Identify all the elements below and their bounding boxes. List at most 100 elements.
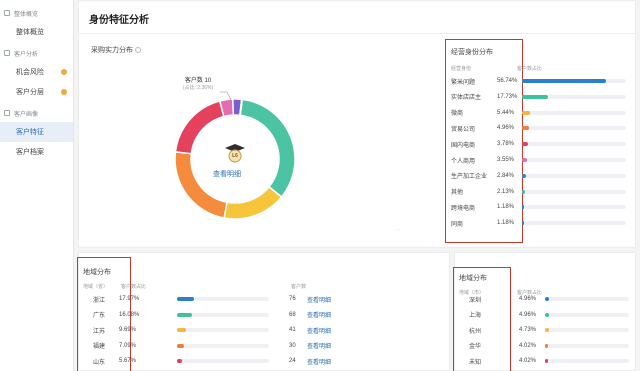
province-count-col-header: 客户数 xyxy=(291,284,307,290)
identity-row: 实体店店主 xyxy=(451,91,481,103)
city-title: 地域分布 xyxy=(459,275,487,282)
city-bar-track xyxy=(545,312,629,317)
identity-bar xyxy=(522,126,530,131)
sidebar-item-customer-tiers[interactable]: 客户分层 xyxy=(0,82,73,102)
identity-value: 1.18% xyxy=(497,220,515,227)
identity-label: 实体店店主 xyxy=(451,95,482,102)
province-view-details-link[interactable]: 查看明细 xyxy=(307,340,331,352)
province-bar-track xyxy=(177,297,269,301)
info-icon[interactable] xyxy=(135,47,141,54)
notification-dot xyxy=(61,69,67,75)
province-row: 福建 xyxy=(93,340,105,352)
city-label: 上海 xyxy=(469,313,482,319)
sidebar-item-label: 客户特征 xyxy=(16,129,44,136)
identity-value: 2.84% xyxy=(497,172,515,179)
identity-row: 繁米问题 xyxy=(451,75,475,87)
province-count-cell: 41 xyxy=(289,324,296,336)
sidebar-item-opportunity-risk[interactable]: 机会风险 xyxy=(0,62,73,82)
province-distribution-card: 地域分布 地域（省） 客户数占比 客户数 浙江 17.97% 76 查看明细 广… xyxy=(77,252,450,371)
province-count-cell: 76 xyxy=(289,293,296,305)
province-bar xyxy=(177,297,194,301)
city-value-cell: 4.96% xyxy=(519,309,536,321)
identity-bar xyxy=(522,221,525,226)
city-value: 4.96% xyxy=(519,311,537,318)
identity-row: 其他 xyxy=(451,186,463,198)
analysis-icon xyxy=(4,50,10,56)
identity-label: 微商 xyxy=(451,111,464,118)
sidebar-item-label: 机会风险 xyxy=(16,69,44,76)
donut-slice[interactable] xyxy=(223,185,283,220)
identity-bar xyxy=(522,205,525,210)
identity-row: 国内电商 xyxy=(451,138,475,150)
province-label: 浙江 xyxy=(93,297,106,304)
province-ratio-col-header: 客户数占比 xyxy=(121,284,147,290)
province-bar xyxy=(177,328,186,332)
identity-bar xyxy=(522,94,549,99)
identity-value-cell: 1.18% xyxy=(497,201,514,213)
sidebar-group-overview: 整体概览 xyxy=(0,4,73,22)
identity-bar-track xyxy=(522,173,626,178)
city-bar xyxy=(545,359,549,363)
province-view-details-link[interactable]: 查看明细 xyxy=(307,309,331,321)
city-row: 杭州 xyxy=(469,324,481,336)
identity-value: 2.13% xyxy=(497,188,515,195)
identity-bar-track xyxy=(522,158,626,162)
header-divider xyxy=(79,33,635,34)
sidebar-group-label: 客户分析 xyxy=(14,51,39,58)
province-bar-track xyxy=(177,312,269,317)
province-value-cell: 16.08% xyxy=(119,309,139,321)
view-details-text: 查看明细 xyxy=(307,359,332,366)
sidebar-item-customer-features[interactable]: 客户特征 xyxy=(0,122,73,142)
city-value: 4.02% xyxy=(519,358,537,364)
province-value-cell: 17.97% xyxy=(119,293,139,305)
sidebar-group-label: 整体概览 xyxy=(14,11,39,18)
sidebar-item-overview[interactable]: 整体概览 xyxy=(0,22,73,42)
identity-label: 同商 xyxy=(451,221,464,228)
province-value: 16.08% xyxy=(119,311,140,318)
province-value: 5.67% xyxy=(119,358,137,364)
identity-label: 其他 xyxy=(451,190,464,197)
identity-bar xyxy=(522,189,526,194)
profile-icon xyxy=(4,110,10,116)
identity-value: 3.55% xyxy=(497,157,515,163)
identity-bar-track xyxy=(522,94,626,99)
view-details-link[interactable]: 查看明细 xyxy=(213,169,241,179)
province-value: 17.97% xyxy=(119,296,140,302)
purchase-title: 采购实力分布 xyxy=(91,45,141,55)
province-value-cell: 5.67% xyxy=(119,355,136,367)
view-details-text: 查看明细 xyxy=(307,313,332,319)
city-label: 未知 xyxy=(469,359,482,366)
identity-row: 生产加工企业 xyxy=(451,170,487,182)
identity-value-cell: 2.84% xyxy=(497,170,514,182)
identity-label: 繁米问题 xyxy=(451,79,476,86)
province-view-details-link[interactable]: 查看明细 xyxy=(307,293,331,305)
province-count-cell: 24 xyxy=(289,355,296,367)
sidebar-item-label: 整体概览 xyxy=(16,29,44,36)
identity-label: 贸易公司 xyxy=(451,126,476,133)
tooltip-ratio: (占比: 2.36%) xyxy=(182,85,214,91)
province-bar xyxy=(177,312,192,317)
sidebar: 整体概览 整体概览 客户分析 机会风险 客户分层 客户画像 客户特征 客户档案 xyxy=(0,0,74,371)
city-row: 深圳 xyxy=(469,293,481,305)
province-view-details-link[interactable]: 查看明细 xyxy=(307,324,331,336)
identity-bar-track xyxy=(522,221,626,226)
province-row: 山东 xyxy=(93,355,105,367)
identity-row: 跨境电商 xyxy=(451,201,475,213)
page-scrollbar[interactable] xyxy=(636,0,640,371)
province-view-details-link[interactable]: 查看明细 xyxy=(307,355,331,367)
main-content: 身份特征分析 采购实力分布 客户数 10 (占比: 2.36%) L6 查看明细… xyxy=(77,0,640,371)
identity-value: 17.73% xyxy=(497,93,518,100)
identity-bar-track xyxy=(522,126,626,131)
province-title: 地域分布 xyxy=(83,269,111,276)
tooltip-count: 客户数 10 xyxy=(184,78,212,84)
city-row: 金华 xyxy=(469,340,481,352)
city-row: 上海 xyxy=(469,309,481,321)
identity-title: 经营身份分布 xyxy=(451,49,493,56)
city-value-cell: 4.02% xyxy=(519,340,536,352)
donut-tooltip: 客户数 10 (占比: 2.36%) xyxy=(163,75,233,91)
identity-label: 个人商用 xyxy=(451,158,476,165)
province-value: 9.69% xyxy=(119,327,137,333)
sidebar-item-customer-archive[interactable]: 客户档案 xyxy=(0,142,73,162)
city-label: 杭州 xyxy=(469,328,482,335)
city-value-cell: 4.73% xyxy=(519,324,536,336)
